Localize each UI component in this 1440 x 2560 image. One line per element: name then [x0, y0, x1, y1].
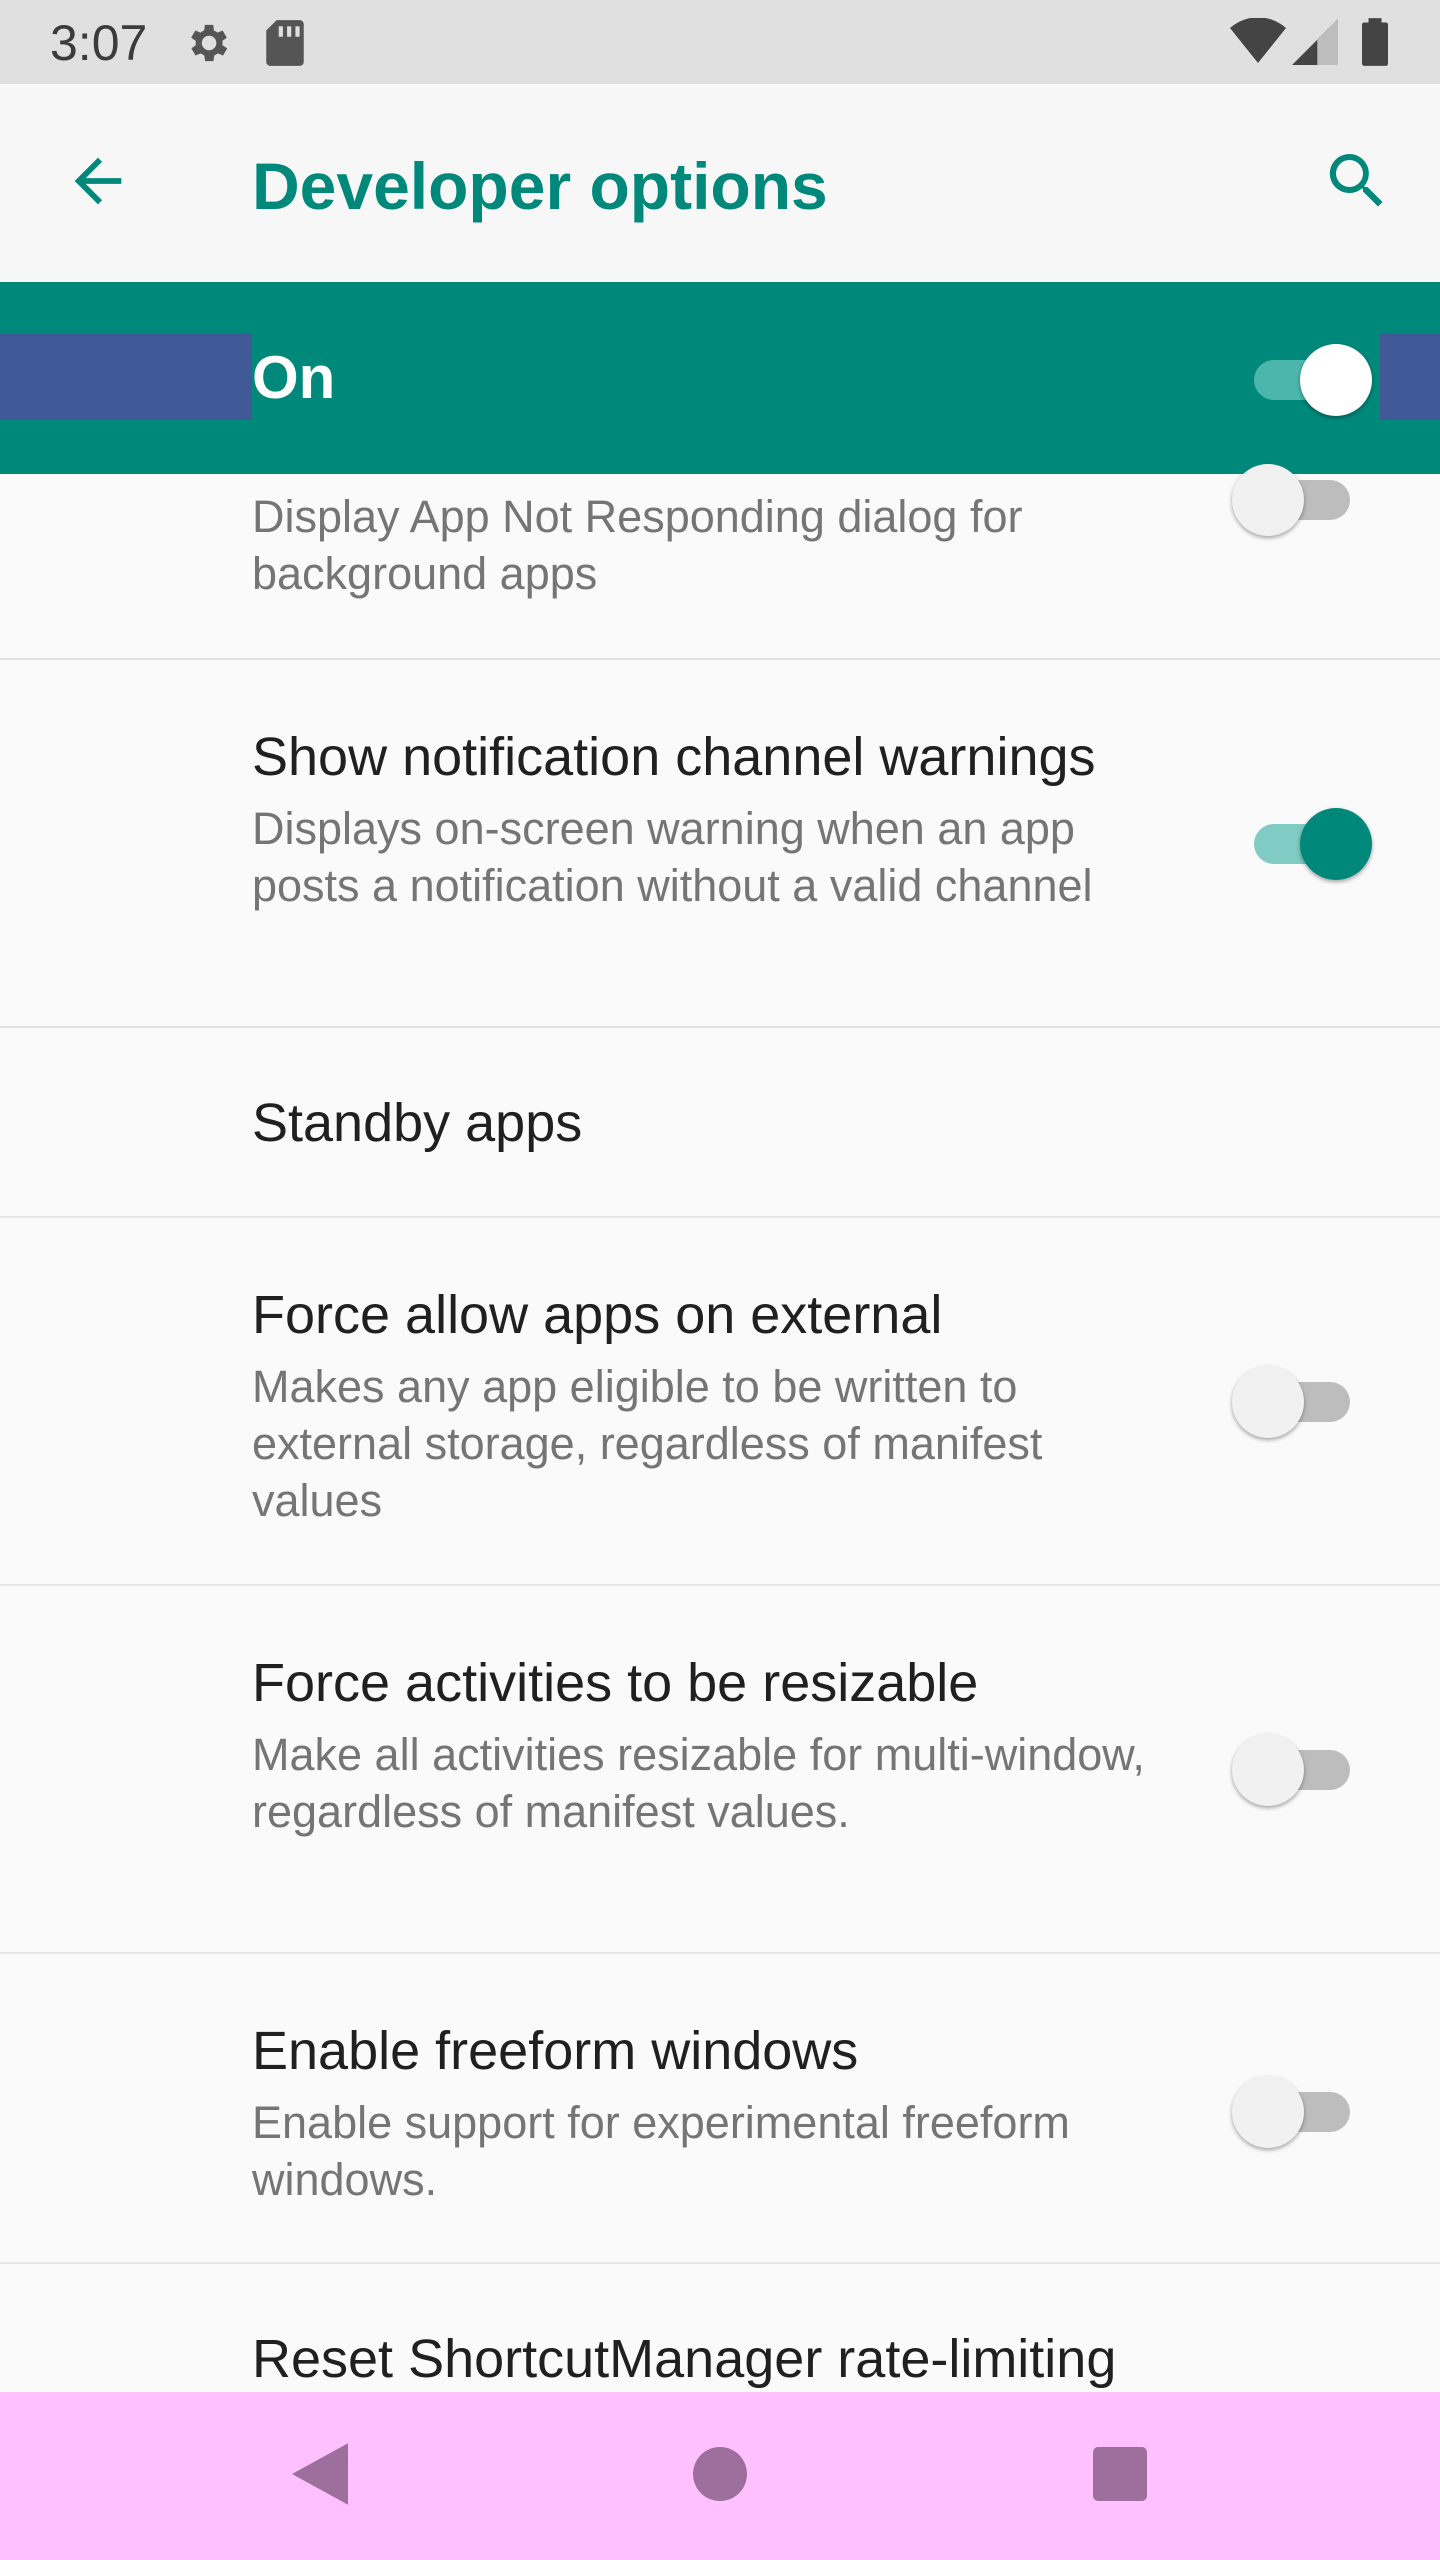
nav-back-button[interactable] [190, 2392, 450, 2560]
setting-summary: Displays on-screen warning when an app p… [252, 803, 1093, 911]
back-button[interactable] [0, 84, 196, 282]
sd-card-icon [262, 18, 308, 66]
setting-toggle[interactable] [1218, 2062, 1382, 2158]
setting-row-background-anrs[interactable]: Display App Not Responding dialog for ba… [0, 464, 1440, 660]
status-time: 3:07 [50, 15, 148, 71]
setting-row-force-resizable[interactable]: Force activities to be resizable Make al… [0, 1586, 1440, 1954]
master-switch-label: On [252, 344, 336, 411]
setting-title: Enable freeform windows [252, 2021, 859, 2081]
setting-title: Standby apps [252, 1093, 583, 1153]
nav-back-icon [292, 2442, 348, 2510]
arrow-back-icon [63, 146, 133, 221]
setting-toggle[interactable] [1218, 1352, 1382, 1448]
setting-title: Reset ShortcutManager rate-limiting [252, 2329, 1117, 2389]
toggle-thumb [1232, 1734, 1304, 1806]
setting-summary: Enable support for experimental freeform… [252, 2097, 1070, 2205]
nav-home-button[interactable] [590, 2392, 850, 2560]
master-switch-highlight [0, 334, 252, 420]
setting-toggle[interactable] [1218, 794, 1382, 890]
cell-signal-icon [1292, 18, 1338, 66]
setting-toggle[interactable] [1218, 450, 1382, 546]
setting-row-standby-apps[interactable]: Standby apps [0, 1028, 1440, 1218]
toggle-thumb [1232, 1366, 1304, 1438]
setting-row-reset-shortcutmanager[interactable]: Reset ShortcutManager rate-limiting [0, 2264, 1440, 2392]
search-icon [1321, 145, 1393, 222]
setting-summary: Makes any app eligible to be written to … [252, 1361, 1043, 1526]
setting-title: Show notification channel warnings [252, 727, 1096, 787]
setting-summary: Make all activities resizable for multi-… [252, 1729, 1145, 1837]
setting-row-freeform-windows[interactable]: Enable freeform windows Enable support f… [0, 1954, 1440, 2264]
nav-recents-button[interactable] [990, 2392, 1250, 2560]
wifi-icon [1230, 17, 1286, 66]
battery-icon [1362, 18, 1388, 66]
search-button[interactable] [1274, 84, 1440, 282]
settings-icon [182, 18, 232, 66]
setting-row-notification-channel-warnings[interactable]: Show notification channel warnings Displ… [0, 660, 1440, 1028]
toggle-thumb [1232, 464, 1304, 536]
navigation-bar [0, 2392, 1440, 2560]
app-bar: Developer options [0, 84, 1440, 282]
setting-row-force-allow-external[interactable]: Force allow apps on external Makes any a… [0, 1218, 1440, 1586]
master-switch-highlight-right [1380, 334, 1440, 420]
setting-summary: Display App Not Responding dialog for ba… [252, 491, 1023, 599]
page-title: Developer options [252, 149, 828, 223]
status-bar: 3:07 [0, 0, 1440, 84]
nav-home-icon [693, 2446, 747, 2506]
setting-title: Force allow apps on external [252, 1285, 943, 1345]
toggle-thumb [1232, 2076, 1304, 2148]
toggle-thumb [1300, 808, 1372, 880]
master-switch-bar[interactable]: On [0, 282, 1440, 474]
setting-title: Force activities to be resizable [252, 1653, 979, 1713]
toggle-thumb [1300, 344, 1372, 416]
nav-recents-icon [1093, 2446, 1147, 2506]
setting-toggle[interactable] [1218, 1720, 1382, 1816]
master-switch-toggle[interactable] [1218, 330, 1382, 426]
